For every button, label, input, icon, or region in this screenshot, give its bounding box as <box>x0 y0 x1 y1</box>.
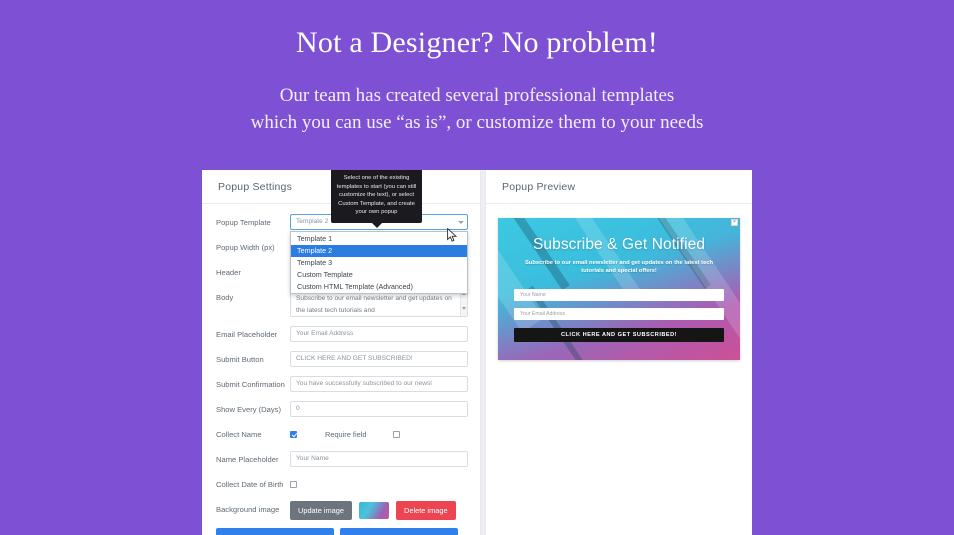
popup-preview-card: Popup Preview × Subscribe & Get Notified… <box>486 170 752 535</box>
email-placeholder-input[interactable]: Your Email Address <box>290 326 468 342</box>
collect-name-checkbox[interactable] <box>290 430 297 438</box>
preview-name-input[interactable]: Your Name <box>514 289 724 301</box>
label-body: Body <box>216 293 234 302</box>
submit-confirmation-input[interactable]: You have successfully subscribed to our … <box>290 376 468 392</box>
dropdown-option-custom-template[interactable]: Custom Template <box>291 268 467 280</box>
require-field-label: Require field <box>325 429 367 439</box>
name-placeholder-input[interactable]: Your Name <box>290 451 468 467</box>
preview-popup-content: Subscribe & Get Notified Subscribe to ou… <box>498 218 740 342</box>
field-row-collect-date-of-birth: Collect Date of Birth <box>216 476 468 492</box>
label-submit-button: Submit Button <box>216 355 264 364</box>
field-row-show-every-days: Show Every (Days) 0 <box>216 401 468 417</box>
field-row-background-image: Background image Update image Delete ima… <box>216 501 468 520</box>
dropdown-option-custom-html-template[interactable]: Custom HTML Template (Advanced) <box>291 280 467 292</box>
submit-button-input[interactable]: CLICK HERE AND GET SUBSCRIBED! <box>290 351 468 367</box>
delete-image-button[interactable]: Delete image <box>396 501 456 520</box>
mouse-cursor-icon <box>447 228 458 242</box>
preview-popup-close-icon[interactable]: × <box>731 219 738 226</box>
dropdown-option-template-2[interactable]: Template 2 <box>291 244 467 257</box>
popup-template-dropdown-list[interactable]: Template 1 Template 2 Template 3 Custom … <box>290 231 468 294</box>
label-email-placeholder: Email Placeholder <box>216 330 278 339</box>
popup-settings-form: Popup Template Template 2 Template 1 Tem… <box>202 204 480 520</box>
update-image-button[interactable]: Update image <box>290 501 353 520</box>
label-name-placeholder: Name Placeholder <box>216 455 279 464</box>
label-show-every-days: Show Every (Days) <box>216 405 281 414</box>
hero-section: Not a Designer? No problem! Our team has… <box>0 0 954 136</box>
dropdown-option-template-3[interactable]: Template 3 <box>291 257 467 269</box>
preview-submit-button[interactable]: CLICK HERE AND GET SUBSCRIBED! <box>514 328 724 342</box>
preview-popup-subtext: Subscribe to our email newsletter and ge… <box>524 260 714 274</box>
popup-settings-card: Popup Settings Popup Template Template 2… <box>202 170 480 535</box>
page-title: Not a Designer? No problem! <box>296 26 658 59</box>
app-screenshot: Popup Settings Popup Template Template 2… <box>202 170 752 535</box>
show-every-days-input[interactable]: 0 <box>290 401 468 417</box>
hero-subtitle-line-2: which you can use “as is”, or customize … <box>250 112 704 133</box>
dropdown-option-template-1[interactable]: Template 1 <box>291 233 467 245</box>
popup-preview-body: × Subscribe & Get Notified Subscribe to … <box>486 204 752 374</box>
popup-template-tooltip: Select one of the existing templates to … <box>331 170 422 228</box>
label-popup-width: Popup Width (px) <box>216 243 275 252</box>
form-action-buttons <box>216 528 458 535</box>
field-row-email-placeholder: Email Placeholder Your Email Address <box>216 326 468 342</box>
primary-action-button[interactable] <box>216 528 334 535</box>
label-background-image: Background image <box>216 505 280 514</box>
background-image-thumbnail[interactable] <box>359 502 390 519</box>
popup-preview-header: Popup Preview <box>486 170 752 204</box>
label-popup-template: Popup Template <box>216 218 271 227</box>
preview-email-input[interactable]: Your Email Address <box>514 308 724 320</box>
popup-settings-title: Popup Settings <box>218 180 293 193</box>
require-field-checkbox[interactable] <box>392 430 400 438</box>
label-header: Header <box>216 268 241 277</box>
hero-subtitle-line-1: Our team has created several professiona… <box>279 85 675 106</box>
popup-preview-title: Popup Preview <box>502 180 576 193</box>
field-row-name-placeholder: Name Placeholder Your Name <box>216 451 468 467</box>
secondary-action-button[interactable] <box>340 528 458 535</box>
label-submit-confirmation: Submit Confirmation <box>216 380 285 389</box>
field-row-submit-confirmation: Submit Confirmation You have successfull… <box>216 376 468 392</box>
field-row-collect-name: Collect Name Require field <box>216 426 468 442</box>
field-row-submit-button: Submit Button CLICK HERE AND GET SUBSCRI… <box>216 351 468 367</box>
preview-popup: × Subscribe & Get Notified Subscribe to … <box>498 218 740 360</box>
label-collect-name: Collect Name <box>216 430 262 439</box>
preview-popup-heading: Subscribe & Get Notified <box>532 236 706 253</box>
hero-subtitle: Our team has created several professiona… <box>0 82 954 136</box>
collect-date-of-birth-checkbox[interactable] <box>290 480 297 488</box>
label-collect-date-of-birth: Collect Date of Birth <box>216 480 284 489</box>
